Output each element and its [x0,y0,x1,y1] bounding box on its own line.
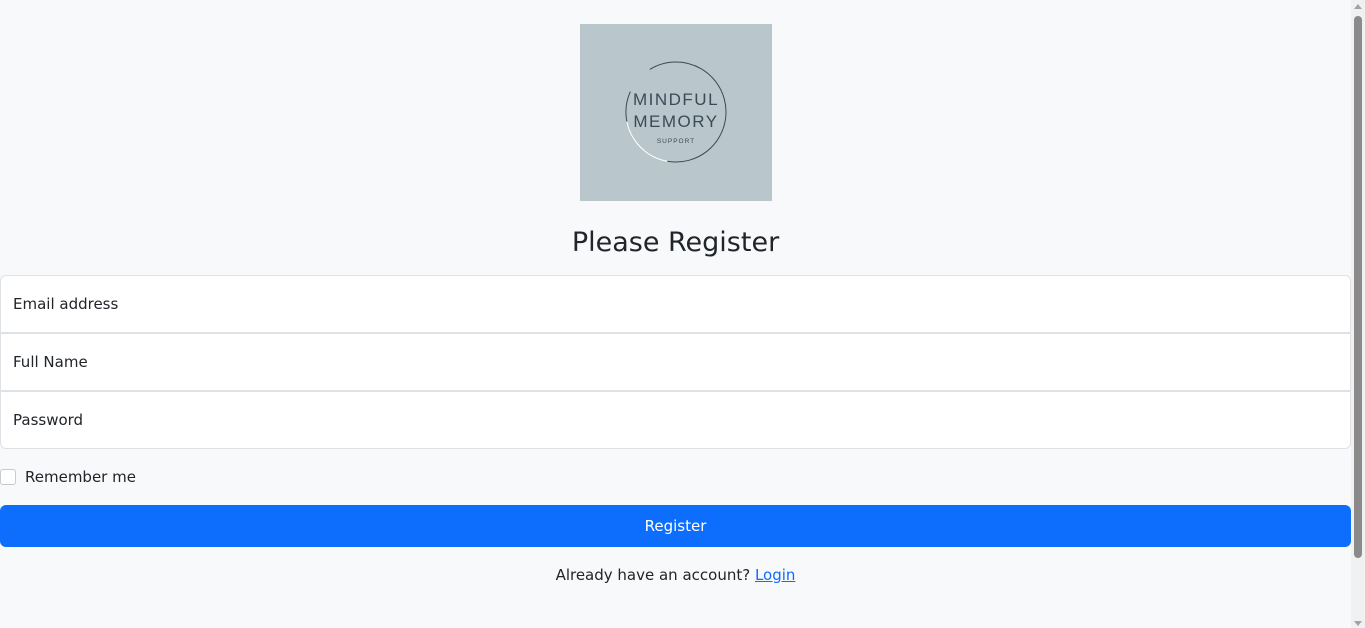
password-field-wrapper [0,391,1351,449]
logo-graphic: MINDFUL MEMORY SUPPORT [625,61,727,163]
page-title: Please Register [571,227,780,258]
password-input[interactable] [1,392,1350,448]
login-link[interactable]: Login [755,566,795,584]
fullname-field-wrapper [0,333,1351,391]
login-prompt-text: Already have an account? [555,566,755,584]
email-input[interactable] [1,276,1350,332]
email-field-wrapper [0,275,1351,333]
scrollbar-thumb[interactable] [1354,16,1362,558]
register-button[interactable]: Register [0,505,1351,547]
login-prompt: Already have an account? Login [0,564,1351,586]
scroll-down-arrow-icon[interactable] [1354,621,1362,626]
remember-me-row: Remember me [0,466,136,488]
remember-me-label: Remember me [25,468,136,486]
fullname-input[interactable] [1,334,1350,390]
logo-text-memory: MEMORY [633,112,718,131]
remember-me-checkbox[interactable] [0,469,16,485]
scroll-up-arrow-icon[interactable] [1354,4,1362,9]
logo-text-support: SUPPORT [657,138,695,145]
brand-logo: MINDFUL MEMORY SUPPORT [580,24,772,201]
register-page: MINDFUL MEMORY SUPPORT Please Register R… [0,0,1365,628]
vertical-scrollbar[interactable] [1351,0,1365,628]
logo-text-mindful: MINDFUL [633,90,719,109]
